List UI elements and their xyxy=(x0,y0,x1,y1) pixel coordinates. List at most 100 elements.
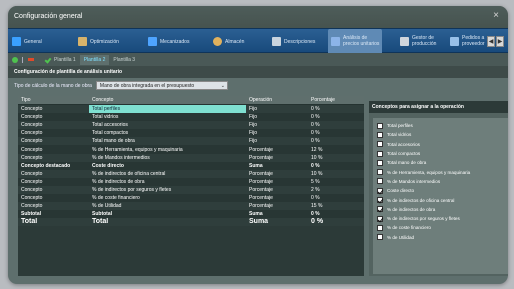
table-row[interactable]: Concepto Total perfiles Fijo 0 % xyxy=(18,105,364,114)
concept-checkbox-item[interactable]: Total perfiles xyxy=(373,121,508,130)
table-row[interactable]: Concepto% de Mandos intermedios Porcentaj… xyxy=(18,153,364,162)
cell-concepto[interactable]: Total perfiles xyxy=(89,105,246,114)
cell-tipo[interactable]: Concepto xyxy=(18,105,89,113)
cell-concepto[interactable]: % de indirectos de obra xyxy=(89,178,246,186)
concept-checkbox-item[interactable]: % de indirectos de oficina central xyxy=(373,195,508,204)
checkbox[interactable] xyxy=(377,122,383,129)
cell-tipo[interactable]: Concepto xyxy=(18,146,89,154)
cell-porcentaje[interactable]: 0 % xyxy=(308,194,357,202)
cell-concepto[interactable]: % de Utilidad xyxy=(89,202,246,210)
cell-concepto[interactable]: Total vidrios xyxy=(89,113,246,121)
cell-concepto[interactable]: Total accesorios xyxy=(89,121,246,129)
cell-operacion[interactable]: Fijo xyxy=(246,105,308,113)
cell-concepto[interactable]: % de coste financiero xyxy=(89,194,246,202)
cell-tipo[interactable]: Concepto destacado xyxy=(18,162,89,170)
table-row[interactable]: Total Total Suma 0 % xyxy=(18,218,364,227)
cell-tipo[interactable]: Subtotal xyxy=(18,210,89,218)
scroll-right-button[interactable]: ▶ xyxy=(496,36,504,47)
concept-checkbox-item[interactable]: Total compactos xyxy=(373,149,508,158)
cell-porcentaje[interactable]: 10 % xyxy=(308,170,357,178)
checkbox[interactable] xyxy=(377,169,383,176)
cell-operacion[interactable]: Porcentaje xyxy=(246,178,308,186)
concept-checkbox-item[interactable]: % de Herramienta, equipos y maquinaria xyxy=(373,167,508,176)
cell-porcentaje[interactable]: 10 % xyxy=(308,154,357,162)
cell-concepto[interactable]: % de indirectos por seguros y fletes xyxy=(89,186,246,194)
checkbox[interactable] xyxy=(377,131,383,138)
table-row[interactable]: Concepto% de Herramienta, equipos y maqu… xyxy=(18,145,364,154)
cell-concepto[interactable]: % de indirectos de oficina central xyxy=(89,170,246,178)
table-row[interactable]: Concepto% de indirectos de oficina centr… xyxy=(18,169,364,178)
checkbox[interactable] xyxy=(377,224,383,231)
add-icon[interactable] xyxy=(12,56,18,63)
checkbox[interactable] xyxy=(377,178,383,185)
cell-operacion[interactable]: Fijo xyxy=(246,129,308,137)
concept-checkbox-item[interactable]: % de coste financiero xyxy=(373,223,508,232)
cell-tipo[interactable]: Concepto xyxy=(18,121,89,129)
cell-concepto[interactable]: Total mano de obra xyxy=(89,137,246,145)
cell-concepto[interactable]: Coste directo xyxy=(89,162,246,170)
cell-tipo[interactable]: Concepto xyxy=(18,154,89,162)
col-header-porcentaje[interactable]: Porcentaje xyxy=(308,96,357,104)
cell-porcentaje[interactable]: 15 % xyxy=(308,202,357,210)
cell-concepto[interactable]: Total xyxy=(89,218,246,226)
cell-porcentaje[interactable]: 0 % xyxy=(308,113,357,121)
checkbox[interactable] xyxy=(377,187,383,194)
tab-warehouse[interactable]: Almacén xyxy=(213,29,244,54)
cell-operacion[interactable]: Porcentaje xyxy=(246,146,308,154)
table-row[interactable]: Concepto Total mano de obra Fijo 0 % xyxy=(18,137,364,146)
col-header-operacion[interactable]: Operación xyxy=(246,96,308,104)
concept-checkbox-item[interactable]: Coste directo xyxy=(373,186,508,195)
checkbox[interactable] xyxy=(377,159,383,166)
concept-checkbox-item[interactable]: % de indirectos por seguros y fletes xyxy=(373,214,508,223)
table-row[interactable]: Subtotal Subtotal Suma 0 % xyxy=(18,210,364,219)
cell-operacion[interactable]: Porcentaje xyxy=(246,154,308,162)
cell-porcentaje[interactable]: 0 % xyxy=(308,121,357,129)
cell-operacion[interactable]: Fijo xyxy=(246,137,308,145)
table-row[interactable]: Concepto% de Utilidad Porcentaje 15 % xyxy=(18,202,364,211)
cell-tipo[interactable]: Total xyxy=(18,218,89,226)
checkbox[interactable] xyxy=(377,141,383,148)
col-header-tipo[interactable]: Tipo xyxy=(18,96,89,104)
cell-operacion[interactable]: Suma xyxy=(246,218,308,226)
checkbox[interactable] xyxy=(377,150,383,157)
tab-price-analysis[interactable]: Análisis de precios unitarios xyxy=(328,29,383,54)
cell-porcentaje[interactable]: 0 % xyxy=(308,105,357,113)
checkbox[interactable] xyxy=(377,234,383,241)
remove-icon[interactable] xyxy=(28,58,34,61)
table-row[interactable]: Concepto Total vidrios Fijo 0 % xyxy=(18,113,364,122)
cell-porcentaje[interactable]: 0 % xyxy=(308,137,357,145)
cell-porcentaje[interactable]: 0 % xyxy=(308,218,357,226)
cell-porcentaje[interactable]: 0 % xyxy=(308,210,357,218)
cell-tipo[interactable]: Concepto xyxy=(18,129,89,137)
cell-operacion[interactable]: Porcentaje xyxy=(246,170,308,178)
labor-calc-select[interactable]: Mano de obra integrada en el presupuesto… xyxy=(95,81,228,90)
concept-checkbox-item[interactable]: % de Utilidad xyxy=(373,233,508,242)
concept-checkbox-item[interactable]: Total mano de obra xyxy=(373,158,508,167)
cell-operacion[interactable]: Suma xyxy=(246,162,308,170)
concept-checkbox-item[interactable]: Total accesorios xyxy=(373,140,508,149)
table-row[interactable]: Concepto% de indirectos de obra Porcentaj… xyxy=(18,177,364,186)
cell-tipo[interactable]: Concepto xyxy=(18,178,89,186)
cell-porcentaje[interactable]: 12 % xyxy=(308,146,357,154)
tab-plantilla-1[interactable]: Plantilla 1 xyxy=(50,55,80,65)
close-button[interactable]: × xyxy=(490,10,502,22)
concept-checkbox-item[interactable]: Total vidrios xyxy=(373,130,508,139)
tab-machining[interactable]: Mecanizados xyxy=(148,29,189,54)
col-header-concepto[interactable]: Concepto xyxy=(89,96,246,104)
tab-supplier-orders[interactable]: Pedidos a proveedor xyxy=(450,29,485,54)
cell-porcentaje[interactable]: 2 % xyxy=(308,186,357,194)
cell-tipo[interactable]: Concepto xyxy=(18,202,89,210)
table-row[interactable]: Concepto% de coste financiero Porcentaje 0… xyxy=(18,194,364,203)
table-row[interactable]: Concepto% de indirectos por seguros y fl… xyxy=(18,185,364,195)
cell-tipo[interactable]: Concepto xyxy=(18,137,89,145)
cell-tipo[interactable]: Concepto xyxy=(18,186,89,194)
tab-plantilla-3[interactable]: Plantilla 3 xyxy=(109,55,139,65)
checkbox[interactable] xyxy=(377,206,383,213)
table-row[interactable]: Concepto destacado Coste directo Suma 0 % xyxy=(18,161,364,170)
cell-tipo[interactable]: Concepto xyxy=(18,194,89,202)
tab-production-manager[interactable]: Gestor de producción xyxy=(400,29,436,54)
cell-concepto[interactable]: % de Mandos intermedios xyxy=(89,154,246,162)
cell-tipo[interactable]: Concepto xyxy=(18,170,89,178)
cell-porcentaje[interactable]: 0 % xyxy=(308,162,357,170)
checkbox[interactable] xyxy=(377,215,383,222)
